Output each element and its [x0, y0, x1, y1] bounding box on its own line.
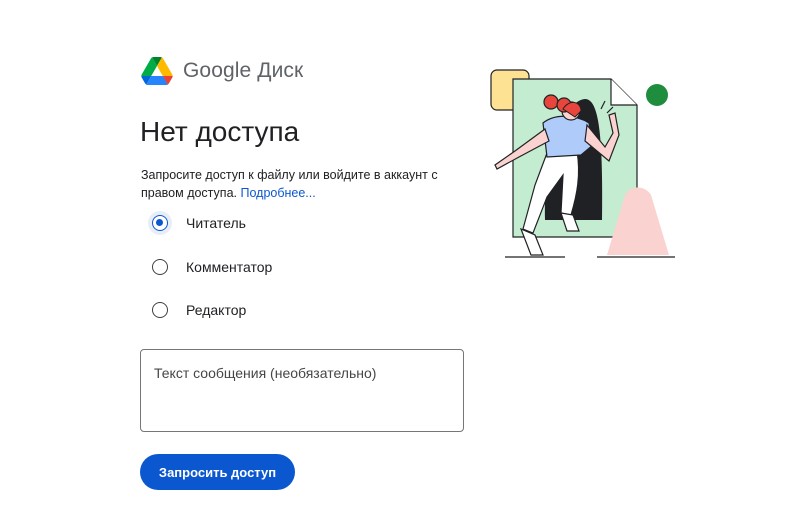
- brand-name: Google Диск: [183, 59, 304, 82]
- request-access-button[interactable]: Запросить доступ: [140, 454, 295, 490]
- role-label-commenter: Комментатор: [186, 258, 273, 275]
- role-label-viewer: Читатель: [186, 215, 246, 231]
- role-option-commenter[interactable]: Комментатор: [152, 255, 272, 279]
- google-drive-logo-icon: [141, 57, 173, 85]
- role-option-viewer[interactable]: Читатель: [148, 211, 272, 235]
- learn-more-link[interactable]: Подробнее...: [240, 186, 315, 200]
- radio-editor[interactable]: [152, 302, 168, 318]
- role-label-editor: Редактор: [186, 302, 247, 318]
- role-option-editor[interactable]: Редактор: [152, 298, 272, 322]
- access-denied-page: Google Диск Нет доступа Запросите доступ…: [0, 0, 785, 517]
- green-dot-shape: [646, 84, 668, 106]
- radio-halo: [148, 255, 172, 279]
- page-title: Нет доступа: [140, 116, 300, 147]
- page-description: Запросите доступ к файлу или войдите в а…: [141, 166, 461, 202]
- person-entering-file-illustration: [490, 69, 675, 258]
- brand-header: Google Диск: [141, 57, 303, 85]
- radio-commenter[interactable]: [152, 258, 168, 275]
- hair-bun-shape: [543, 94, 559, 110]
- radio-viewer[interactable]: [152, 215, 168, 231]
- message-input[interactable]: [140, 349, 464, 432]
- radio-halo: [148, 298, 172, 322]
- radio-halo: [148, 211, 172, 235]
- role-radio-group: Читатель Комментатор Редактор: [148, 211, 272, 342]
